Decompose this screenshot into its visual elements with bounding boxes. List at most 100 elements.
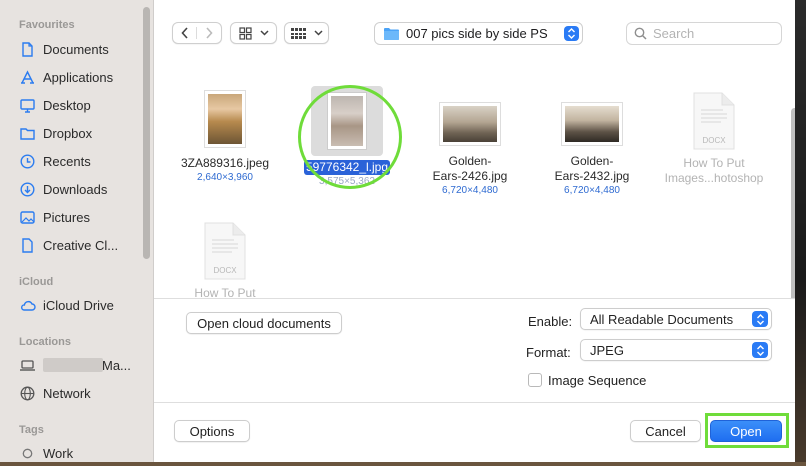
file-name-line2: Images...hotoshop [664,171,764,185]
file-thumbnail [204,90,246,148]
chevron-down-icon [313,30,323,36]
document-icon [19,41,36,58]
sidebar: Favourites Documents Applications Deskto… [0,0,154,462]
folder-icon [19,125,36,142]
file-name: 59776342_l.jpg [303,160,391,175]
sidebar-item-documents[interactable]: Documents [19,38,109,60]
file-name-line2: Ears-2426.jpg [432,169,508,183]
view-mode-button[interactable] [230,22,277,44]
file-item[interactable]: Golden- Ears-2432.jpg 6,720×4,480 [532,102,652,198]
svg-text:DOCX: DOCX [702,136,726,145]
search-icon [634,27,647,40]
sidebar-item-icloud-drive[interactable]: iCloud Drive [19,294,114,316]
sidebar-item-mac[interactable]: Ma... [19,354,131,376]
file-thumbnail [311,86,383,156]
sidebar-heading-locations: Locations [19,336,71,348]
sidebar-item-label: Applications [43,69,114,85]
sidebar-item-recents[interactable]: Recents [19,150,91,172]
sidebar-heading-favourites: Favourites [19,19,75,31]
sidebar-item-label: Dropbox [43,125,93,141]
enable-select[interactable]: All Readable Documents [580,308,772,330]
file-name: Golden- [570,154,614,168]
image-sequence-checkbox[interactable] [528,373,542,387]
back-button[interactable] [173,27,197,39]
file-dimensions: 6,720×4,480 [442,185,498,196]
file-thumbnail [561,102,623,146]
group-by-button[interactable] [284,22,329,44]
file-item-selected[interactable]: 59776342_l.jpg 3,575×5,362 [287,86,407,189]
group-grid-icon [290,27,306,39]
sidebar-item-label: Desktop [43,97,91,113]
location-name: 007 pics side by side PS [406,26,548,41]
file-grid-scrollbar[interactable] [791,108,795,298]
sidebar-item-label: Work [43,445,74,461]
cancel-button[interactable]: Cancel [630,420,701,442]
sidebar-heading-tags: Tags [19,424,44,436]
sidebar-item-work[interactable]: Work [19,442,73,462]
divider [154,298,795,299]
document-icon [19,237,36,254]
updown-stepper-icon [752,311,768,327]
nav-back-forward [172,22,222,44]
sidebar-item-label: Documents [43,41,109,57]
open-cloud-documents-button[interactable]: Open cloud documents [186,312,342,334]
cloud-icon [19,297,36,314]
file-name: Golden- [448,154,492,168]
pictures-icon [19,209,36,226]
chevron-down-icon [259,30,269,36]
docx-file-icon: DOCX [692,92,736,150]
icon-view-icon [238,26,252,40]
clock-icon [19,153,36,170]
toolbar: 007 pics side by side PS [154,0,795,66]
docx-file-icon: DOCX [203,222,247,280]
file-item[interactable]: 3ZA889316.jpeg 2,640×3,960 [165,90,285,185]
format-value: JPEG [590,342,624,358]
sidebar-item-label: Recents [43,153,91,169]
sidebar-item-desktop[interactable]: Desktop [19,94,91,116]
divider [154,402,795,403]
sidebar-item-downloads[interactable]: Downloads [19,178,107,200]
globe-icon [19,385,36,402]
file-item-disabled: DOCX How To Put [165,222,285,298]
search-input[interactable] [653,26,763,41]
desktop-backdrop-bottom [0,462,806,466]
desktop-icon [19,97,36,114]
file-dimensions: 3,575×5,362 [319,176,375,187]
file-dimensions: 6,720×4,480 [564,185,620,196]
sidebar-item-dropbox[interactable]: Dropbox [19,122,92,144]
format-select[interactable]: JPEG [580,339,772,361]
file-name: How To Put [683,156,745,170]
options-button[interactable]: Options [174,420,250,442]
sidebar-item-creative-cloud[interactable]: Creative Cl... [19,234,118,256]
sidebar-item-applications[interactable]: Applications [19,66,113,88]
sidebar-heading-icloud: iCloud [19,276,54,288]
redacted-name [43,358,103,372]
file-item-disabled: DOCX How To Put Images...hotoshop [654,92,774,186]
location-popup[interactable]: 007 pics side by side PS [374,22,583,45]
open-button[interactable]: Open [710,420,782,442]
svg-text:DOCX: DOCX [213,266,237,275]
chevron-left-icon [180,27,188,39]
search-field[interactable] [626,22,782,45]
enable-value: All Readable Documents [590,311,734,327]
sidebar-item-label: Creative Cl... [43,237,119,253]
file-thumbnail [439,102,501,146]
image-sequence-label: Image Sequence [548,373,647,388]
file-item[interactable]: Golden- Ears-2426.jpg 6,720×4,480 [410,102,530,198]
file-dimensions: 2,640×3,960 [197,172,253,183]
sidebar-item-pictures[interactable]: Pictures [19,206,90,228]
enable-label: Enable: [528,314,573,329]
sidebar-scrollbar[interactable] [143,7,150,259]
folder-icon [384,27,399,40]
format-label: Format: [526,345,571,360]
file-browser: 007 pics side by side PS 3ZA889316.jpeg … [154,0,795,462]
chevron-right-icon [206,27,213,39]
sidebar-item-label: Network [43,385,91,401]
file-name: 3ZA889316.jpeg [180,156,270,170]
forward-button[interactable] [197,27,221,39]
updown-stepper-icon [752,342,768,358]
sidebar-item-network[interactable]: Network [19,382,91,404]
desktop-backdrop [795,0,806,466]
applications-icon [19,69,36,86]
file-name-line2: Ears-2432.jpg [554,169,630,183]
